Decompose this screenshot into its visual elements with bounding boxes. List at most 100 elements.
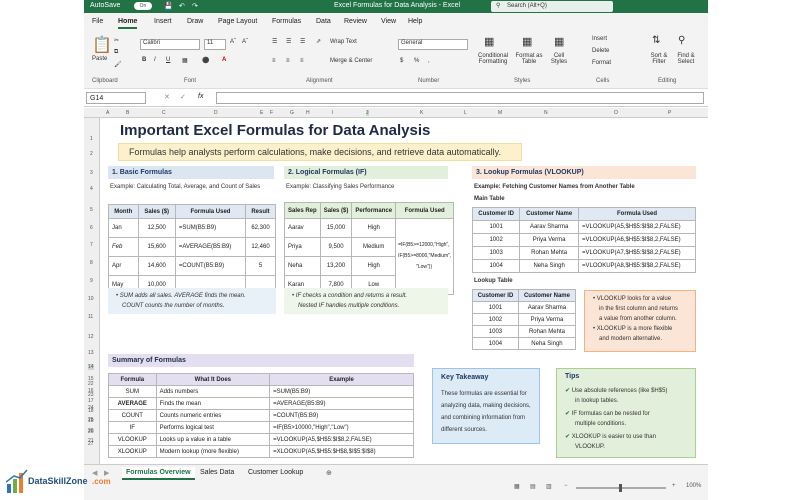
row-8[interactable]: 8 <box>90 260 93 266</box>
table-cell[interactable]: Aarav <box>284 218 321 238</box>
row-24[interactable]: 24 <box>88 405 94 411</box>
col-k[interactable]: K <box>420 110 423 116</box>
zoom-out-icon[interactable]: − <box>564 483 568 489</box>
row-10[interactable]: 10 <box>88 296 94 302</box>
function-icon[interactable]: fx <box>198 93 203 100</box>
format-painter-icon[interactable]: 🖌 <box>114 61 122 68</box>
table-cell[interactable]: Modern lookup (more flexible) <box>155 445 271 458</box>
row-17[interactable]: 17 <box>88 398 94 404</box>
table-cell[interactable]: 15,600 <box>137 237 176 257</box>
table-cell[interactable]: 1003 <box>472 325 519 338</box>
table-cell[interactable]: Aarav Sharma <box>517 301 577 314</box>
table-cell[interactable]: 1004 <box>471 259 521 273</box>
menu-formulas[interactable]: Formulas <box>272 18 301 25</box>
menu-draw[interactable]: Draw <box>187 18 203 25</box>
tab-sales-data[interactable]: Sales Data <box>200 469 234 476</box>
font-color-icon[interactable]: A <box>222 57 226 63</box>
sort-filter-button[interactable]: Sort & Filter <box>648 53 670 65</box>
table-cell[interactable]: 13,200 <box>319 256 353 276</box>
table-cell[interactable]: 1001 <box>471 220 521 234</box>
cell-styles-icon[interactable]: ▦ <box>554 35 564 48</box>
table-cell[interactable]: 1002 <box>471 233 521 247</box>
cancel-icon[interactable]: ✕ <box>164 93 170 101</box>
table-cell[interactable]: XLOOKUP <box>108 445 157 458</box>
zoom-level[interactable]: 100% <box>686 483 701 489</box>
table-cell[interactable]: =SUM(B5:B9) <box>174 218 247 238</box>
row-3[interactable]: 3 <box>90 170 93 176</box>
delete-button[interactable]: Delete <box>592 48 609 54</box>
conditional-formatting-button[interactable]: Conditional Formatting <box>476 53 510 65</box>
table-cell[interactable]: 14,600 <box>137 256 176 276</box>
table-cell[interactable]: Medium <box>351 237 397 257</box>
col-p[interactable]: P <box>668 110 671 116</box>
table-cell[interactable]: Rohan Mehta <box>519 246 580 260</box>
col-n[interactable]: N <box>544 110 548 116</box>
row-9[interactable]: 9 <box>90 278 93 284</box>
table-cell[interactable]: 1004 <box>472 337 519 350</box>
save-icon[interactable]: 💾 <box>164 2 173 10</box>
number-format-select[interactable]: General <box>398 39 468 50</box>
table-cell[interactable]: Apr <box>108 256 139 276</box>
insert-button[interactable]: Insert <box>592 36 607 42</box>
zoom-in-icon[interactable]: + <box>672 483 676 489</box>
table-cell[interactable]: Aarav Sharma <box>519 220 580 234</box>
align-middle-icon[interactable]: ☰ <box>286 38 291 45</box>
menu-view[interactable]: View <box>381 18 396 25</box>
row-25[interactable]: 25 <box>88 417 94 423</box>
font-size-select[interactable]: 11 <box>204 39 226 50</box>
format-button[interactable]: Format <box>592 60 611 66</box>
decrease-font-icon[interactable]: Aˇ <box>242 39 248 45</box>
table-cell[interactable]: =VLOOKUP(A7,$H$5:$I$8,2,FALSE) <box>578 246 696 260</box>
table-cell[interactable]: 5 <box>245 256 276 276</box>
comma-icon[interactable]: , <box>428 58 430 64</box>
table-cell[interactable]: High <box>351 256 397 276</box>
col-d[interactable]: D <box>214 110 218 116</box>
table-cell[interactable]: =IF(B5>10000,"High","Low") <box>269 421 414 434</box>
table-cell[interactable]: COUNT <box>108 409 157 422</box>
row-22[interactable]: 22 <box>88 381 94 387</box>
row-1[interactable]: 1 <box>90 136 93 142</box>
format-table-icon[interactable]: ▦ <box>522 35 532 48</box>
format-as-table-button[interactable]: Format as Table <box>514 53 544 65</box>
paste-button[interactable]: Paste <box>92 56 107 62</box>
align-top-icon[interactable]: ☰ <box>272 38 277 45</box>
formula-input[interactable] <box>216 92 704 104</box>
table-cell[interactable]: High <box>351 218 397 238</box>
col-l[interactable]: L <box>464 110 467 116</box>
table-cell[interactable]: =VLOOKUP(A5,$H$5:$I$8,2,FALSE) <box>578 220 696 234</box>
increase-font-icon[interactable]: Aˆ <box>230 39 236 45</box>
find-select-icon[interactable]: ⚲ <box>678 35 685 46</box>
align-center-icon[interactable]: ≡ <box>286 58 290 64</box>
table-cell[interactable]: =VLOOKUP(A8,$H$5:$I$8,2,FALSE) <box>578 259 696 273</box>
redo-icon[interactable]: ↷ <box>192 2 198 10</box>
col-o[interactable]: O <box>614 110 618 116</box>
currency-icon[interactable]: $ <box>400 58 403 64</box>
table-cell[interactable]: AVERAGE <box>108 397 157 410</box>
table-cell[interactable]: Neha <box>284 256 321 276</box>
row-27[interactable]: 27 <box>88 441 94 447</box>
percent-icon[interactable]: % <box>414 58 419 64</box>
cut-icon[interactable]: ✂ <box>114 37 119 44</box>
tab-formulas-overview[interactable]: Formulas Overview <box>122 467 195 480</box>
cell-styles-button[interactable]: Cell Styles <box>547 53 571 65</box>
table-cell[interactable]: Priya Verma <box>519 233 580 247</box>
table-cell[interactable]: Priya <box>284 237 321 257</box>
table-cell[interactable]: SUM <box>108 385 157 398</box>
orientation-icon[interactable]: ⇗ <box>316 38 321 45</box>
menu-help[interactable]: Help <box>408 18 422 25</box>
row-4[interactable]: 4 <box>90 186 93 192</box>
col-b[interactable]: B <box>126 110 129 116</box>
align-bottom-icon[interactable]: ☰ <box>300 38 305 45</box>
find-select-button[interactable]: Find & Select <box>674 53 698 65</box>
font-name-select[interactable]: Calibri <box>140 39 200 50</box>
bold-icon[interactable]: B <box>142 57 146 63</box>
table-cell[interactable]: 9,500 <box>319 237 353 257</box>
table-cell[interactable]: 62,300 <box>245 218 276 238</box>
table-cell[interactable]: Feb <box>108 237 139 257</box>
copy-icon[interactable]: ⧉ <box>114 49 118 56</box>
col-g[interactable]: G <box>290 110 294 116</box>
menu-data[interactable]: Data <box>316 18 331 25</box>
add-sheet-icon[interactable]: ⊕ <box>326 469 332 477</box>
table-cell[interactable]: Neha Singh <box>517 337 577 350</box>
row-6[interactable]: 6 <box>90 225 93 231</box>
